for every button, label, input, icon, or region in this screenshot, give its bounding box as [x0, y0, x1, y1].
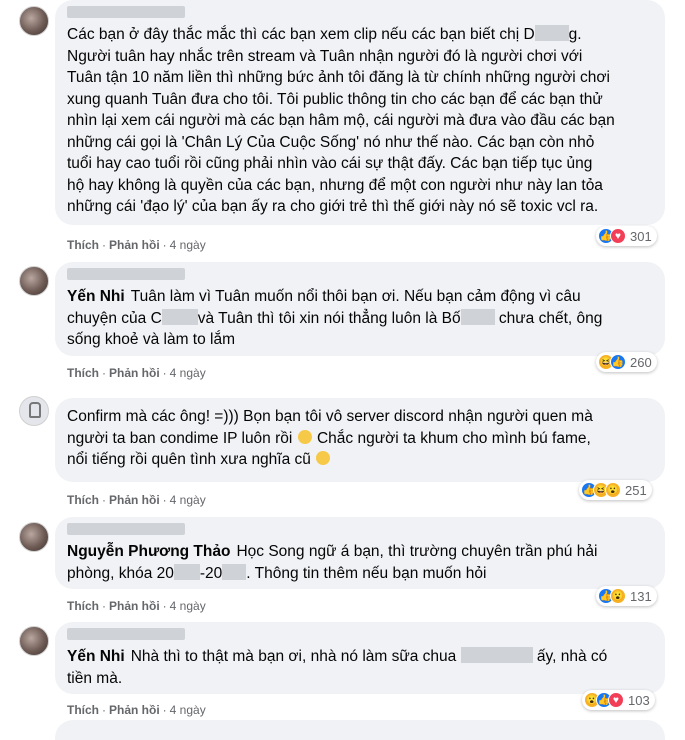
timestamp[interactable]: 4 ngày	[170, 238, 206, 252]
reply-button[interactable]: Phản hồi	[109, 238, 160, 252]
comment-bubble: Yến Nhi Nhà thì to thật mà bạn ơi, nhà nó…	[55, 622, 665, 694]
timestamp[interactable]: 4 ngày	[170, 599, 206, 613]
comment-actions: Thích · Phản hồi · 4 ngày	[67, 493, 206, 507]
love-reaction-icon: ♥	[608, 692, 624, 708]
timestamp[interactable]: 4 ngày	[170, 493, 206, 507]
reply-button[interactable]: Phản hồi	[109, 366, 160, 380]
reaction-count: 260	[630, 354, 652, 370]
comment-bubble: Yến Nhi Tuân làm vì Tuân muốn nổi thôi bạ…	[55, 262, 665, 356]
sad-face-icon	[316, 451, 331, 465]
wow-reaction-icon: 😮	[610, 588, 626, 604]
like-button[interactable]: Thích	[67, 599, 99, 613]
reaction-summary[interactable]: 👍 ♥ 301	[596, 226, 657, 246]
reaction-summary[interactable]: 👍 😮 131	[596, 586, 657, 606]
reaction-count: 251	[625, 482, 647, 498]
author-name[interactable]: Nguyễn Phương Thảo	[67, 543, 230, 560]
reaction-count: 301	[630, 228, 652, 244]
like-button[interactable]: Thích	[67, 703, 99, 717]
author-name-redacted[interactable]	[67, 6, 185, 18]
reply-button[interactable]: Phản hồi	[109, 493, 160, 507]
comment-actions: Thích · Phản hồi · 4 ngày	[67, 366, 206, 380]
reaction-summary[interactable]: 👍 😆 😮 251	[579, 480, 652, 500]
comment-bubble: Các bạn ở đây thắc mắc thì các bạn xem c…	[55, 0, 665, 225]
comment-text: Các bạn ở đây thắc mắc thì các bạn xem c…	[67, 25, 615, 215]
avatar[interactable]	[19, 266, 49, 296]
author-name-redacted[interactable]	[67, 268, 185, 280]
comment-actions: Thích · Phản hồi · 4 ngày	[67, 599, 206, 613]
author-name-redacted[interactable]	[67, 628, 185, 640]
reaction-count: 103	[628, 692, 650, 708]
wow-reaction-icon: 😮	[605, 482, 621, 498]
timestamp[interactable]: 4 ngày	[170, 366, 206, 380]
comment-bubble: Confirm mà các ông! =))) Bọn bạn tôi vô …	[55, 398, 665, 482]
sad-face-icon	[297, 429, 312, 444]
comment-bubble: Nguyễn Phương Thảo Học Song ngữ á bạn, th…	[55, 517, 665, 589]
like-button[interactable]: Thích	[67, 366, 99, 380]
comment-text: Nguyễn Phương Thảo Học Song ngữ á bạn, th…	[67, 543, 598, 582]
comment-actions: Thích · Phản hồi · 4 ngày	[67, 238, 206, 252]
reaction-summary[interactable]: 😮 👍 ♥ 103	[582, 690, 655, 710]
comment-text: Yến Nhi Nhà thì to thật mà bạn ơi, nhà nó…	[67, 647, 608, 687]
timestamp[interactable]: 4 ngày	[170, 703, 206, 717]
reaction-summary[interactable]: 😆 👍 260	[596, 352, 657, 372]
like-reaction-icon: 👍	[610, 354, 626, 370]
avatar[interactable]	[19, 6, 49, 36]
author-name[interactable]: Yến Nhi	[67, 288, 125, 305]
reply-button[interactable]: Phản hồi	[109, 703, 160, 717]
comment-actions: Thích · Phản hồi · 4 ngày	[67, 703, 206, 717]
reaction-count: 131	[630, 588, 652, 604]
comment-text: Confirm mà các ông! =))) Bọn bạn tôi vô …	[67, 408, 593, 468]
comment-text: Yến Nhi Tuân làm vì Tuân muốn nổi thôi bạ…	[67, 288, 603, 348]
like-button[interactable]: Thích	[67, 493, 99, 507]
like-button[interactable]: Thích	[67, 238, 99, 252]
author-name-redacted[interactable]	[67, 523, 185, 535]
avatar[interactable]	[19, 396, 49, 426]
reply-button[interactable]: Phản hồi	[109, 599, 160, 613]
author-name[interactable]: Yến Nhi	[67, 648, 125, 665]
avatar[interactable]	[19, 522, 49, 552]
next-comment-bubble	[55, 720, 665, 740]
avatar[interactable]	[19, 626, 49, 656]
love-reaction-icon: ♥	[610, 228, 626, 244]
